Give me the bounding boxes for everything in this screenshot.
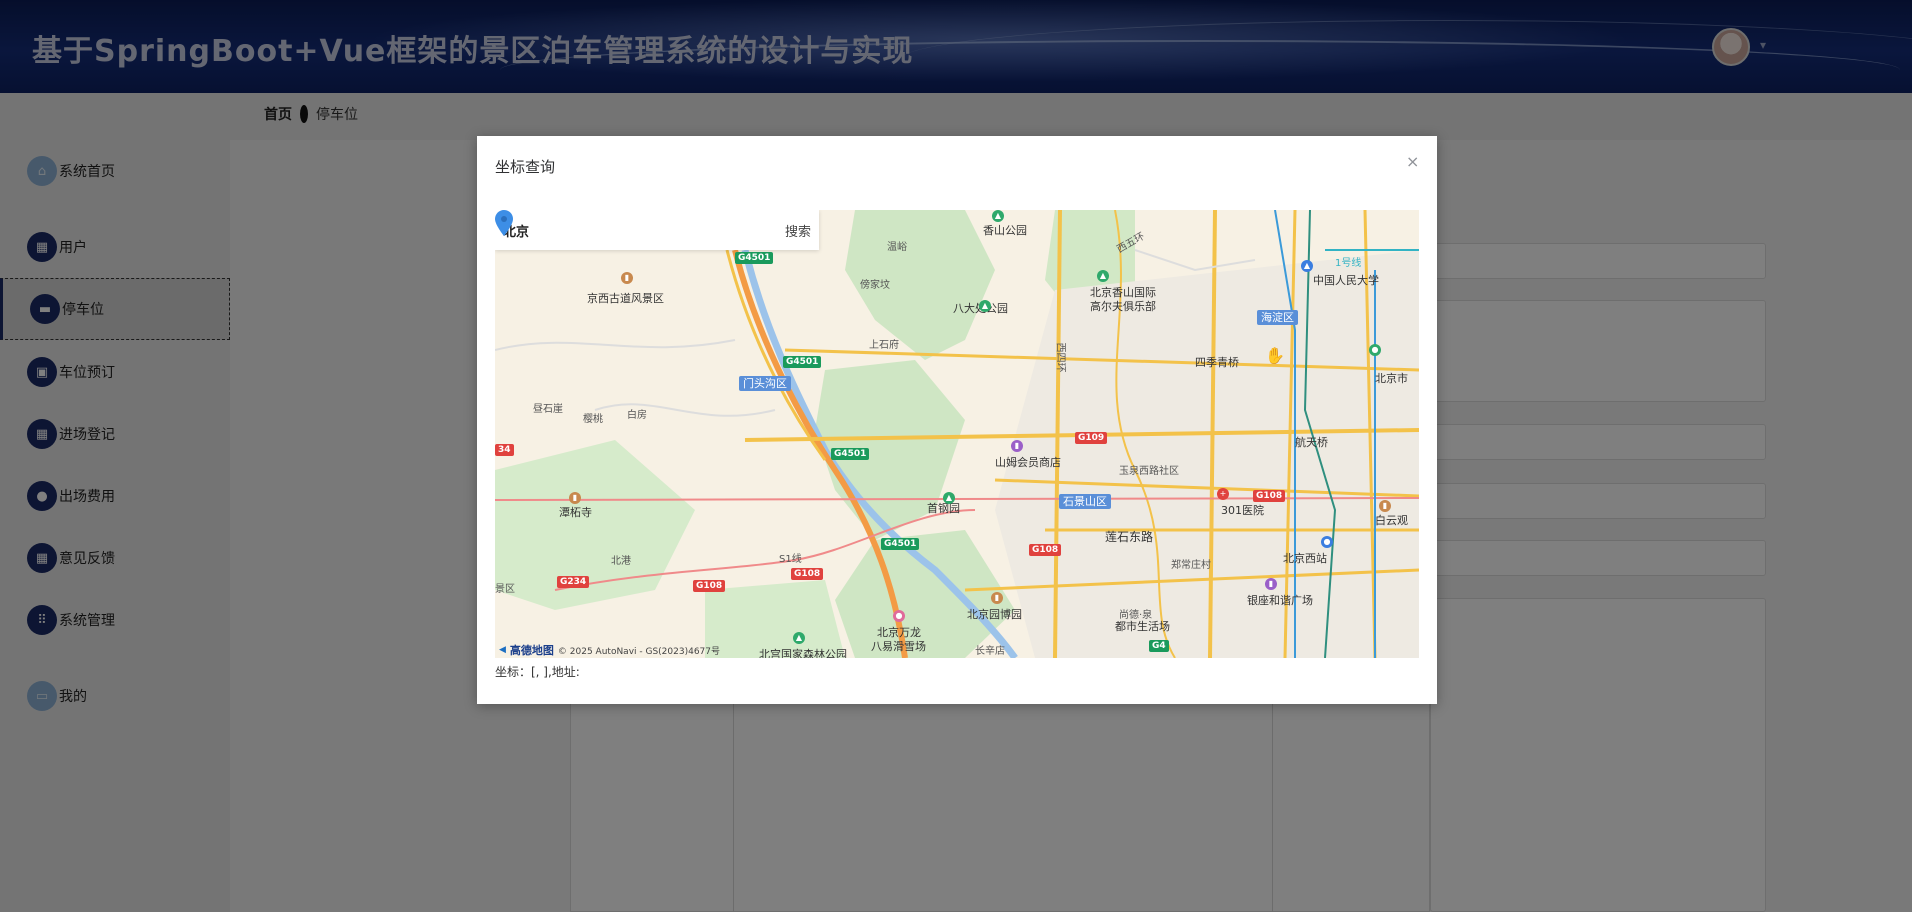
map-label: 上石府	[869, 340, 899, 351]
map-label: 都市生活场	[1115, 620, 1170, 633]
road-shield: G108	[693, 580, 726, 592]
map-label: 北京西站	[1283, 552, 1327, 565]
map-label: 航天桥	[1295, 436, 1328, 449]
map-label: 中国人民大学	[1313, 274, 1379, 287]
map-label: 樱桃	[583, 414, 603, 425]
golf-poi-icon[interactable]: ▲	[1097, 270, 1109, 282]
map-label: 高尔夫俱乐部	[1090, 300, 1156, 313]
hospital-poi-icon[interactable]: +	[1217, 488, 1229, 500]
museum-poi-icon[interactable]: ▮	[991, 592, 1003, 604]
map-label: 温峪	[887, 242, 907, 253]
map-attribution: ◀ 高德地图 © 2025 AutoNavi - GS(2023)4677号	[499, 642, 720, 658]
park-poi-icon[interactable]: ▲	[943, 492, 955, 504]
shop-poi-icon[interactable]: ▮	[1011, 440, 1023, 452]
map-label: 郑常庄村	[1171, 560, 1211, 571]
metro-poi-icon[interactable]: ●	[1369, 344, 1381, 356]
university-poi-icon[interactable]: ▲	[1301, 260, 1313, 272]
road-shield: 34	[495, 444, 514, 456]
scenic-poi-icon[interactable]: ▮	[621, 272, 633, 284]
park-poi-icon[interactable]: ▲	[979, 300, 991, 312]
road-shield: G109	[1075, 432, 1108, 444]
map-search-bar: 搜索	[495, 210, 819, 250]
road-shield: G234	[557, 576, 590, 588]
map-label: 首钢园	[927, 502, 960, 515]
map-label: 北港	[611, 556, 631, 567]
map-label: S1线	[779, 554, 802, 565]
map-label: 傍家坟	[860, 280, 890, 291]
map-view[interactable]: 搜索 香山公园 温峪 傍家坟 京西古道风景区 八大处公园 北京香山国际 高尔夫俱…	[495, 210, 1419, 658]
map-search-button[interactable]: 搜索	[785, 221, 811, 240]
map-label: 京西古道风景区	[587, 292, 664, 305]
map-label: 西四环	[1054, 342, 1066, 373]
map-label: 长辛店	[975, 646, 1005, 657]
station-poi-icon[interactable]: ●	[1321, 536, 1333, 548]
map-label: 潭柘寺	[559, 506, 592, 519]
map-label: 北宫国家森林公园	[759, 648, 847, 658]
map-label: 昼石崖	[533, 404, 563, 415]
temple-poi-icon[interactable]: ▮	[569, 492, 581, 504]
map-label: 玉泉西路社区	[1119, 466, 1179, 477]
close-icon[interactable]: ×	[1406, 152, 1419, 171]
road-shield: G108	[1253, 490, 1286, 502]
hand-cursor-icon: ✋	[1265, 346, 1285, 365]
map-label: 景区	[495, 584, 515, 595]
ski-poi-icon[interactable]: ●	[893, 610, 905, 622]
map-label: 银座和谐广场	[1247, 594, 1313, 607]
road-shield: G108	[791, 568, 824, 580]
park-poi-icon[interactable]: ▲	[793, 632, 805, 644]
map-label: 北京园博园	[967, 608, 1022, 621]
map-canvas	[495, 210, 1419, 658]
map-search-input[interactable]	[503, 222, 743, 238]
coordinate-query-dialog: 坐标查询 × 北京 搜索 香山公园 温峪 傍家坟 京西古道风景区 北京香山国际 …	[477, 136, 1437, 704]
map-label: 八易滑雪场	[871, 640, 926, 653]
district-label: 石景山区	[1059, 494, 1111, 509]
map-label: 四季青桥	[1195, 356, 1239, 369]
attribution-text: © 2025 AutoNavi - GS(2023)4677号	[557, 646, 721, 657]
district-label: 海淀区	[1257, 310, 1298, 325]
map-label: 白房	[627, 410, 647, 421]
road-shield: G4501	[783, 356, 822, 368]
map-label: 莲石东路	[1105, 530, 1154, 544]
district-label: 门头沟区	[739, 376, 791, 391]
shop-poi-icon[interactable]: ▮	[1265, 578, 1277, 590]
location-marker-icon[interactable]	[495, 210, 513, 236]
amap-logo: 高德地图	[509, 644, 554, 657]
road-shield: G4501	[735, 252, 774, 264]
coordinate-readout: 坐标：[, ],地址:	[495, 665, 580, 679]
road-shield: G4501	[831, 448, 870, 460]
map-label: 白云观	[1375, 514, 1408, 527]
road-shield: G4	[1149, 640, 1169, 652]
map-label: 香山公园	[983, 224, 1027, 237]
dialog-title: 坐标查询	[495, 158, 556, 176]
temple-poi-icon[interactable]: ▮	[1379, 500, 1391, 512]
map-label: 301医院	[1221, 504, 1264, 517]
road-shield: G108	[1029, 544, 1062, 556]
map-label: 北京市	[1375, 372, 1408, 385]
map-label: 山姆会员商店	[995, 456, 1061, 469]
road-shield: G4501	[881, 538, 920, 550]
park-poi-icon[interactable]: ▲	[992, 210, 1004, 222]
amap-logo-icon: ◀	[499, 645, 506, 655]
map-label: 1号线	[1335, 258, 1362, 269]
